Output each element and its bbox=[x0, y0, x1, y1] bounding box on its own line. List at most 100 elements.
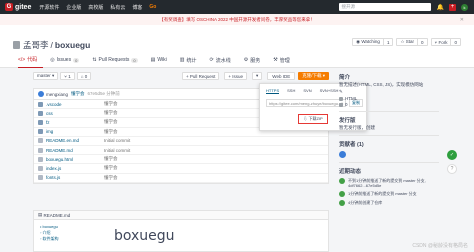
gitee-logo[interactable]: G gitee bbox=[5, 0, 31, 14]
tab-pipeline[interactable]: ⟳ 流水线 bbox=[210, 55, 244, 68]
table-row[interactable]: boxuegu.html 懂学会 bbox=[34, 155, 328, 165]
tab-code[interactable]: </> 代码 bbox=[18, 55, 44, 68]
table-row[interactable]: index.js 懂学会 bbox=[34, 164, 328, 174]
file-name[interactable]: README.en.md bbox=[46, 138, 104, 143]
divider bbox=[339, 111, 439, 112]
toolbar-right: + Pull Request + Issue ▾ Web IDE 克隆/下载 ▾ bbox=[181, 72, 329, 80]
tab-issues[interactable]: ◎ Issues 0 bbox=[50, 55, 92, 68]
activity-text[interactable]: 1分钟前推送了新的提交到 master 分支 bbox=[348, 191, 417, 197]
repo-name[interactable]: boxuegu bbox=[55, 40, 90, 50]
contributors-label: 贡献者 bbox=[339, 142, 356, 148]
toc-item[interactable]: ◦ 软件架构 bbox=[40, 236, 59, 242]
file-commit-msg[interactable]: 懂学会 bbox=[104, 156, 118, 162]
clone-download-button[interactable]: 克隆/下载 ▾ bbox=[298, 72, 329, 80]
repo-sidebar: 简介 暂无描述(HTML, CSS, JS)，实现模仿网站 ✎ HTML 0 发… bbox=[339, 73, 439, 252]
announcement-bar: 【有奖调查】填写 OSCHINA 2022 中国开源开发者问卷，丰厚奖品等您来拿… bbox=[0, 14, 474, 25]
wiki-icon: ▤ bbox=[150, 57, 156, 63]
nav-search-input[interactable]: 搜开源 bbox=[338, 3, 431, 11]
fork-button[interactable]: ⑂ Fork 0 bbox=[430, 38, 461, 46]
file-menu-button[interactable]: ▾ bbox=[252, 72, 263, 80]
file-name[interactable]: index.js bbox=[46, 166, 104, 171]
file-commit-msg[interactable]: 懂学会 bbox=[104, 101, 118, 107]
avatar[interactable] bbox=[339, 191, 345, 197]
file-name[interactable]: css bbox=[46, 111, 104, 116]
file-commit-msg[interactable]: 懂学会 bbox=[104, 175, 118, 181]
star-count: 0 bbox=[417, 39, 427, 45]
activity-text[interactable]: 4分钟前创建了仓库 bbox=[348, 200, 382, 206]
table-row[interactable]: fonts.js 懂学会 bbox=[34, 174, 328, 183]
language-label[interactable]: HTML bbox=[345, 96, 357, 101]
tab-label: 代码 bbox=[27, 57, 38, 63]
download-zip-button[interactable]: ⇩ 下载ZIP bbox=[298, 114, 328, 124]
file-commit-msg[interactable]: Initial commit bbox=[104, 138, 130, 143]
file-name[interactable]: boxuegu.html bbox=[46, 157, 104, 162]
nav-link-blog[interactable]: 博客 bbox=[132, 4, 142, 11]
announcement-text[interactable]: 【有奖调查】填写 OSCHINA 2022 中国开源开发者问卷，丰厚奖品等您来拿… bbox=[159, 17, 315, 23]
close-icon[interactable]: ✕ bbox=[460, 17, 464, 23]
tab-svn-ssh[interactable]: SVN+SSH bbox=[320, 88, 339, 94]
tab-stats[interactable]: ▥ 统计 bbox=[180, 55, 210, 68]
avatar[interactable] bbox=[339, 200, 345, 206]
language-row: HTML bbox=[339, 96, 439, 101]
branch-select[interactable]: master ▾ bbox=[33, 72, 59, 80]
file-commit-msg[interactable]: 懂学会 bbox=[104, 165, 118, 171]
readme-label[interactable]: README.md bbox=[44, 213, 71, 218]
release-text[interactable]: 暂无发行版，创建 bbox=[339, 124, 439, 131]
file-name[interactable]: fz bbox=[46, 120, 104, 125]
create-plus-icon[interactable]: + bbox=[449, 3, 456, 11]
repo-owner[interactable]: 孟哥李 bbox=[23, 39, 49, 51]
contributors-count: (1) bbox=[357, 142, 364, 148]
pull-request-button[interactable]: + Pull Request bbox=[181, 72, 220, 80]
file-name[interactable]: img bbox=[46, 129, 104, 134]
nav-link-oss[interactable]: 开源软件 bbox=[39, 4, 59, 11]
watch-label: ◉ Watching bbox=[356, 39, 380, 44]
file-commit-msg[interactable]: 懂学会 bbox=[104, 119, 118, 125]
pr-icon: ⇅ bbox=[92, 57, 97, 63]
tab-manage[interactable]: ⚒ 管理 bbox=[273, 55, 303, 68]
file-name[interactable]: README.md bbox=[46, 148, 104, 153]
activity-text[interactable]: 不到1分钟前推送了新的提交到 master 分支, 4df7662...67e5… bbox=[348, 178, 439, 188]
edit-row[interactable]: ✎ bbox=[339, 89, 439, 95]
avatar[interactable] bbox=[339, 178, 345, 184]
check-icon[interactable]: ✓ bbox=[447, 150, 457, 160]
tab-ssh[interactable]: SSH bbox=[287, 88, 295, 94]
tab-pull-requests[interactable]: ⇅ Pull Requests 0 bbox=[92, 55, 150, 68]
branch-icon: ⑂ bbox=[64, 73, 67, 79]
file-name[interactable]: .vscode bbox=[46, 102, 104, 107]
issue-button[interactable]: + Issue bbox=[224, 72, 248, 80]
table-row[interactable]: README.md Initial commit bbox=[34, 146, 328, 156]
nav-link-go[interactable]: Go bbox=[149, 4, 156, 11]
watch-button[interactable]: ◉ Watching 1 bbox=[352, 38, 394, 46]
branch-count[interactable]: ⑂ 1 bbox=[60, 72, 75, 80]
avatar[interactable] bbox=[339, 151, 346, 158]
commit-message[interactable]: 懂学会 bbox=[71, 91, 85, 97]
divider bbox=[339, 162, 439, 163]
bell-icon[interactable]: 🔔 bbox=[437, 4, 444, 11]
star-button[interactable]: ☆ Star 0 bbox=[396, 38, 428, 46]
web-ide-button[interactable]: Web IDE bbox=[267, 72, 296, 80]
commit-sha[interactable]: 67e5d5e 分钟前 bbox=[88, 91, 120, 97]
tag-count[interactable]: ⌂ 0 bbox=[76, 72, 92, 80]
file-commit-msg[interactable]: 懂学会 bbox=[104, 129, 118, 135]
tab-svn[interactable]: SVN bbox=[303, 88, 311, 94]
commit-user[interactable]: mengxiang bbox=[46, 92, 68, 97]
file-commit-msg[interactable]: 懂学会 bbox=[104, 110, 118, 116]
tab-service[interactable]: ⚙ 服务 bbox=[244, 55, 274, 68]
file-name[interactable]: fonts.js bbox=[46, 175, 104, 180]
language-icon bbox=[339, 96, 343, 101]
user-avatar[interactable]: k bbox=[461, 3, 468, 11]
tag-count-value: 0 bbox=[84, 73, 88, 79]
nav-link-enterprise[interactable]: 企业版 bbox=[66, 4, 81, 11]
nav-link-edu[interactable]: 高校版 bbox=[88, 4, 103, 11]
file-commit-msg[interactable]: Initial commit bbox=[104, 148, 130, 153]
code-icon: </> bbox=[18, 56, 26, 63]
activity-item: 4分钟前创建了仓库 bbox=[339, 200, 439, 206]
tab-https[interactable]: HTTPS bbox=[266, 88, 280, 94]
table-row[interactable]: README.en.md Initial commit bbox=[34, 137, 328, 146]
tab-wiki[interactable]: ▤ Wiki bbox=[151, 55, 180, 68]
readme-body: • boxuegu ◦ 介绍 ◦ 软件架构 boxuegu bbox=[33, 220, 329, 252]
clone-url-input[interactable]: https://gitee.com/meng-zhuye/boxuegu.git bbox=[266, 99, 346, 107]
help-icon[interactable]: ? bbox=[447, 164, 457, 174]
nav-link-private-cloud[interactable]: 私有云 bbox=[110, 4, 125, 11]
commit-avatar[interactable] bbox=[38, 91, 44, 97]
